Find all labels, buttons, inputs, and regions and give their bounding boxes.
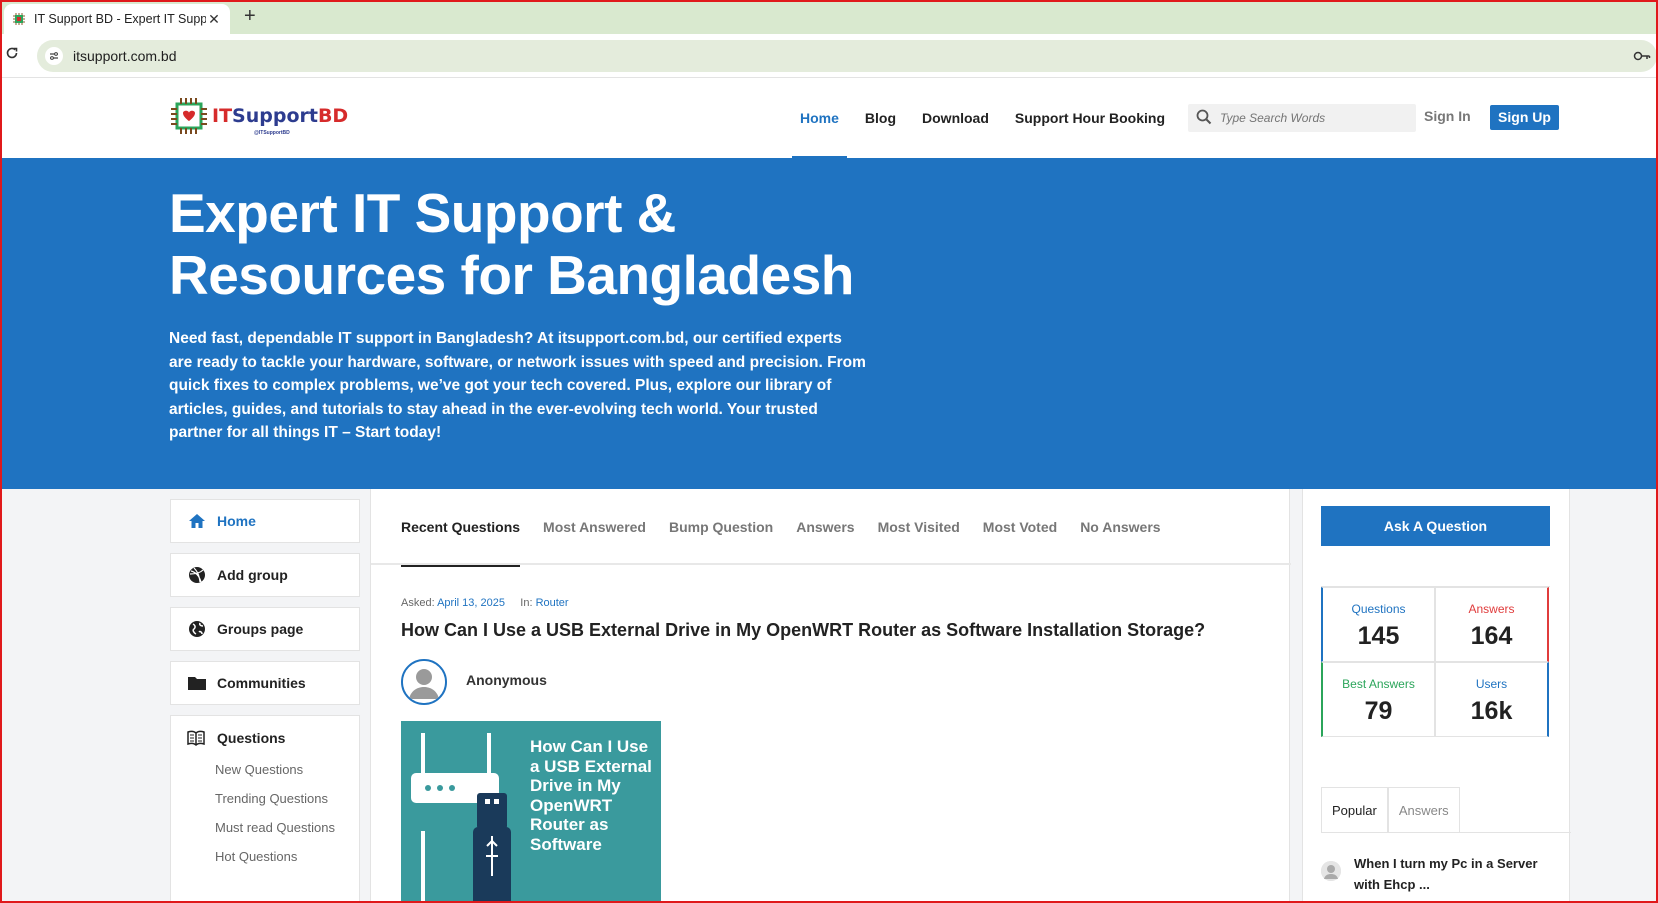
tab-most-visited[interactable]: Most Visited	[878, 489, 960, 565]
sidebar-questions-group: Questions New Questions Trending Questio…	[170, 715, 360, 903]
right-sidebar: Ask A Question Questions 145 Answers 164…	[1302, 489, 1571, 903]
sidebar-item-add-group[interactable]: Add group	[170, 553, 360, 597]
logo-handle: @ITSupportBD	[254, 130, 290, 136]
nav-home[interactable]: Home	[792, 78, 847, 158]
avatar[interactable]	[401, 659, 447, 705]
thumbnail-caption: How Can I Use a USB External Drive in My…	[530, 737, 652, 854]
nav-support-hour-booking[interactable]: Support Hour Booking	[1015, 78, 1165, 158]
hero-banner: Expert IT Support & Resources for Bangla…	[0, 158, 1658, 489]
question-title-link[interactable]: How Can I Use a USB External Drive in My…	[401, 620, 1205, 641]
search-input[interactable]	[1220, 111, 1410, 125]
stat-users: Users 16k	[1435, 662, 1549, 737]
hero-text: Need fast, dependable IT support in Bang…	[169, 330, 866, 441]
ask-question-button[interactable]: Ask A Question	[1321, 506, 1550, 546]
tab-popular[interactable]: Popular	[1321, 787, 1388, 833]
left-sidebar: Home Add group Groups page Communities Q…	[170, 489, 360, 903]
browser-tab-bar: IT Support BD - Expert IT Suppo ✕ +	[0, 0, 1658, 34]
in-label: In:	[520, 597, 533, 609]
home-icon	[187, 511, 207, 531]
sidebar-subitem-new-questions[interactable]: New Questions	[215, 762, 343, 777]
sign-up-button[interactable]: Sign Up	[1490, 105, 1559, 130]
sidebar-item-label: Communities	[217, 675, 306, 691]
url-text: itsupport.com.bd	[73, 48, 177, 64]
asked-label: Asked:	[401, 597, 435, 609]
stat-label: Best Answers	[1342, 677, 1415, 691]
sidebar-item-label: Add group	[217, 567, 288, 583]
sidebar-subitem-hot-questions[interactable]: Hot Questions	[215, 849, 343, 864]
tab-answers[interactable]: Answers	[796, 489, 854, 565]
stat-label: Answers	[1468, 602, 1515, 616]
question-category-link[interactable]: Router	[536, 597, 569, 609]
sidebar-item-communities[interactable]: Communities	[170, 661, 360, 705]
popular-question-title: When I turn my Pc in a Server with Ehcp …	[1354, 856, 1538, 892]
tab-popular-answers[interactable]: Answers	[1387, 787, 1460, 833]
router-usb-icon	[411, 733, 511, 903]
divider	[1321, 832, 1571, 833]
sidebar-item-questions[interactable]: Questions	[187, 728, 343, 748]
stat-value: 79	[1364, 697, 1393, 725]
password-key-icon[interactable]	[1633, 49, 1651, 65]
address-bar-row: itsupport.com.bd	[0, 34, 1658, 78]
sidebar-item-groups-page[interactable]: Groups page	[170, 607, 360, 651]
tab-most-answered[interactable]: Most Answered	[543, 489, 646, 565]
author-name[interactable]: Anonymous	[466, 672, 547, 688]
nav-download[interactable]: Download	[922, 78, 989, 158]
folder-icon	[187, 673, 207, 693]
search-box	[1188, 104, 1416, 132]
stat-value: 16k	[1470, 697, 1513, 725]
browser-tab[interactable]: IT Support BD - Expert IT Suppo ✕	[4, 4, 230, 34]
avatar	[1321, 861, 1341, 881]
stat-label: Users	[1475, 677, 1508, 691]
close-tab-icon[interactable]: ✕	[206, 11, 222, 28]
stat-label: Questions	[1351, 602, 1406, 616]
tab-recent-questions[interactable]: Recent Questions	[401, 489, 521, 567]
sidebar-subitem-trending-questions[interactable]: Trending Questions	[215, 791, 343, 806]
stat-value: 164	[1470, 622, 1513, 650]
site-header: ITSupportBD @ITSupportBD Home Blog Downl…	[0, 78, 1658, 158]
stat-questions: Questions 145	[1321, 587, 1435, 662]
site-stats: Questions 145 Answers 164 Best Answers 7…	[1321, 586, 1550, 737]
question-meta: Asked: April 13, 2025 In: Router	[401, 597, 569, 609]
tab-most-voted[interactable]: Most Voted	[983, 489, 1057, 565]
favicon-icon	[12, 12, 26, 26]
main-nav: Home Blog Download Support Hour Booking	[792, 78, 1191, 158]
sidebar-item-label: Home	[217, 513, 256, 529]
stat-best-answers: Best Answers 79	[1321, 662, 1435, 737]
new-tab-icon[interactable]: +	[244, 5, 256, 28]
dribbble-icon	[187, 565, 207, 585]
reload-icon[interactable]	[5, 46, 19, 65]
sidebar-item-label: Questions	[217, 730, 286, 746]
globe-icon	[187, 619, 207, 639]
sign-in-link[interactable]: Sign In	[1424, 108, 1471, 124]
question-date-link[interactable]: April 13, 2025	[437, 597, 505, 609]
chip-logo-icon	[170, 96, 208, 136]
hero-title: Expert IT Support & Resources for Bangla…	[169, 182, 854, 306]
tab-bump-question[interactable]: Bump Question	[669, 489, 773, 565]
logo-wordmark: ITSupportBD	[212, 104, 349, 127]
sidebar-subitem-must-read-questions[interactable]: Must read Questions	[215, 820, 343, 835]
site-info-icon[interactable]	[45, 47, 63, 65]
nav-blog[interactable]: Blog	[865, 78, 896, 158]
search-icon[interactable]	[1196, 109, 1216, 128]
stat-answers: Answers 164	[1435, 587, 1549, 662]
site-logo[interactable]: ITSupportBD @ITSupportBD	[170, 96, 348, 136]
tab-title: IT Support BD - Expert IT Suppo	[34, 12, 206, 26]
tab-no-answers[interactable]: No Answers	[1080, 489, 1160, 565]
book-icon	[187, 728, 207, 748]
sidebar-item-label: Groups page	[217, 621, 304, 637]
stat-value: 145	[1357, 622, 1400, 650]
address-bar[interactable]: itsupport.com.bd	[37, 40, 1657, 72]
popular-tabs: Popular Answers	[1321, 787, 1460, 833]
sidebar-item-home[interactable]: Home	[170, 499, 360, 543]
questions-feed: Recent Questions Most Answered Bump Ques…	[370, 489, 1291, 903]
question-thumbnail[interactable]: How Can I Use a USB External Drive in My…	[401, 721, 661, 903]
question-tabs: Recent Questions Most Answered Bump Ques…	[371, 489, 1291, 567]
